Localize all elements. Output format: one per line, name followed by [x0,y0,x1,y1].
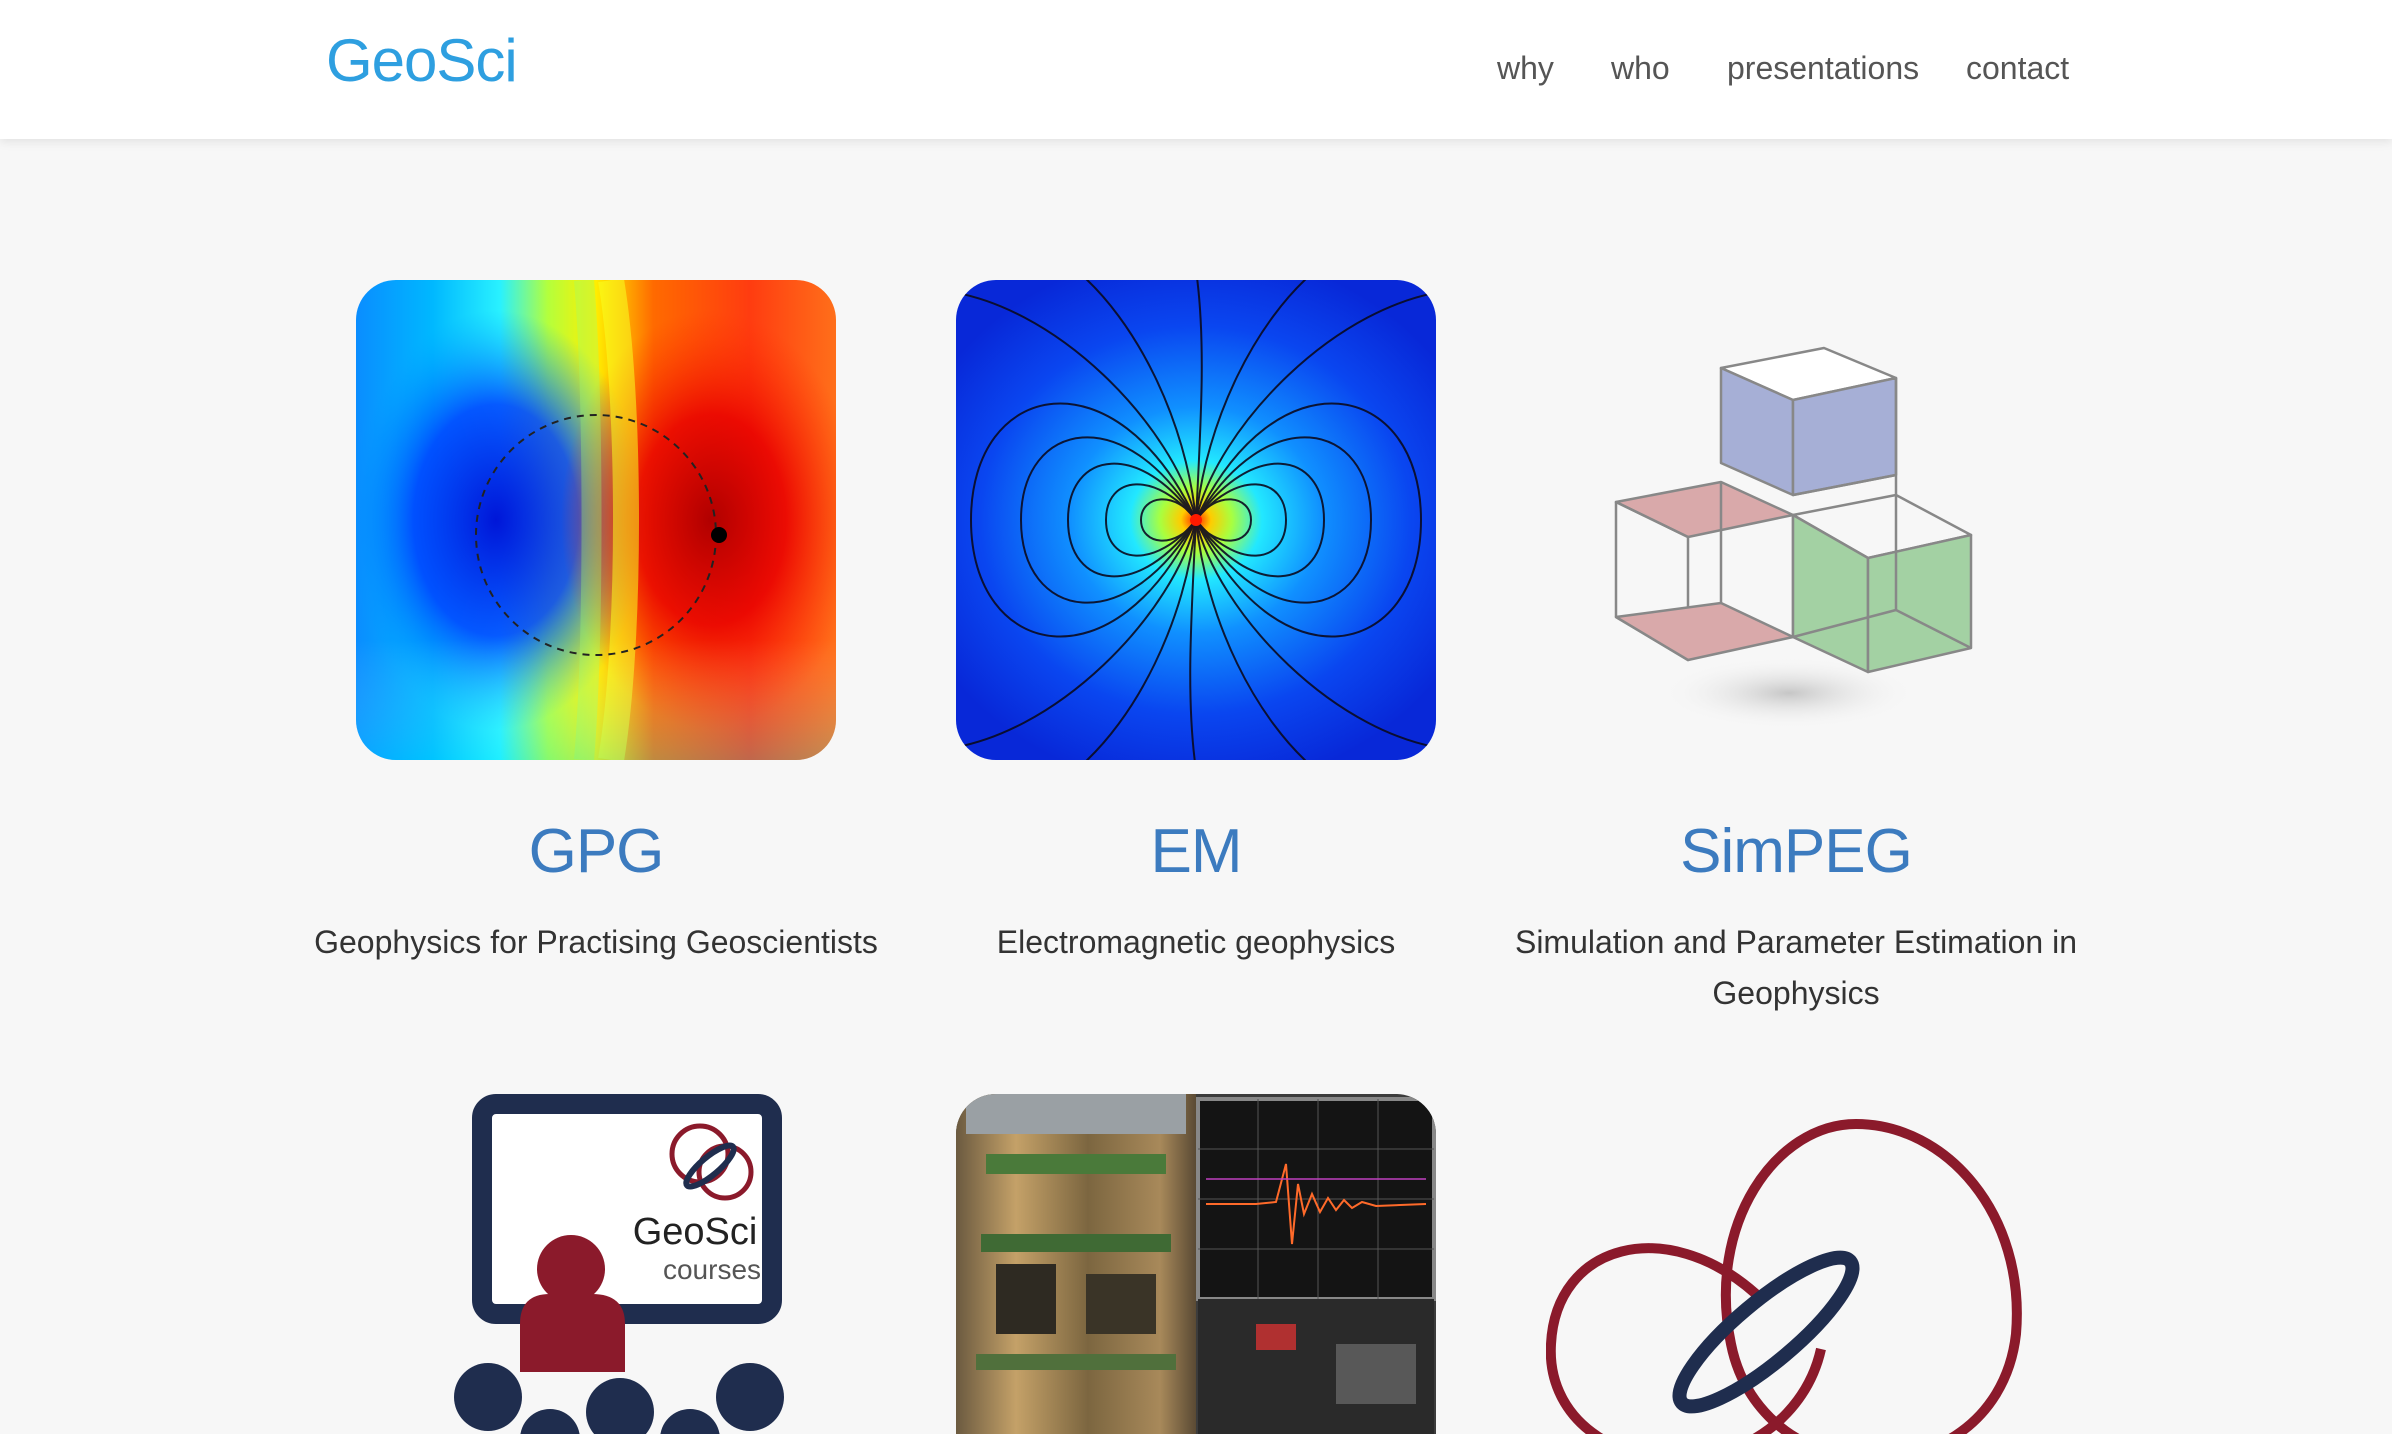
nav-link-why[interactable]: why [1497,50,1554,87]
em-title[interactable]: EM [896,816,1496,887]
gpg-image[interactable] [356,280,836,760]
top-navbar: GeoSci why who presentations contact [0,0,2392,139]
courses-image[interactable]: GeoSci courses [420,1094,820,1434]
simpeg-image[interactable] [1556,280,2036,760]
nav-link-contact[interactable]: contact [1966,50,2069,87]
simpeg-description: Simulation and Parameter Estimation in G… [1514,924,2078,1011]
brand-logo-link[interactable]: GeoSci [326,26,518,95]
instrument-photo[interactable] [956,1094,1436,1434]
courses-logo-name: GeoSci [633,1211,758,1253]
nav-link-who[interactable]: who [1611,50,1670,87]
em-description: Electromagnetic geophysics [996,924,1396,960]
nav-link-presentations[interactable]: presentations [1727,50,1919,87]
courses-logo-sub: courses [663,1254,761,1285]
simpeg-title[interactable]: SimPEG [1496,816,2096,887]
gpg-description: Geophysics for Practising Geoscientists [314,924,878,960]
gpg-title[interactable]: GPG [296,816,896,887]
em-image[interactable] [956,280,1436,760]
geosci-logo-image[interactable] [1546,1094,2046,1434]
